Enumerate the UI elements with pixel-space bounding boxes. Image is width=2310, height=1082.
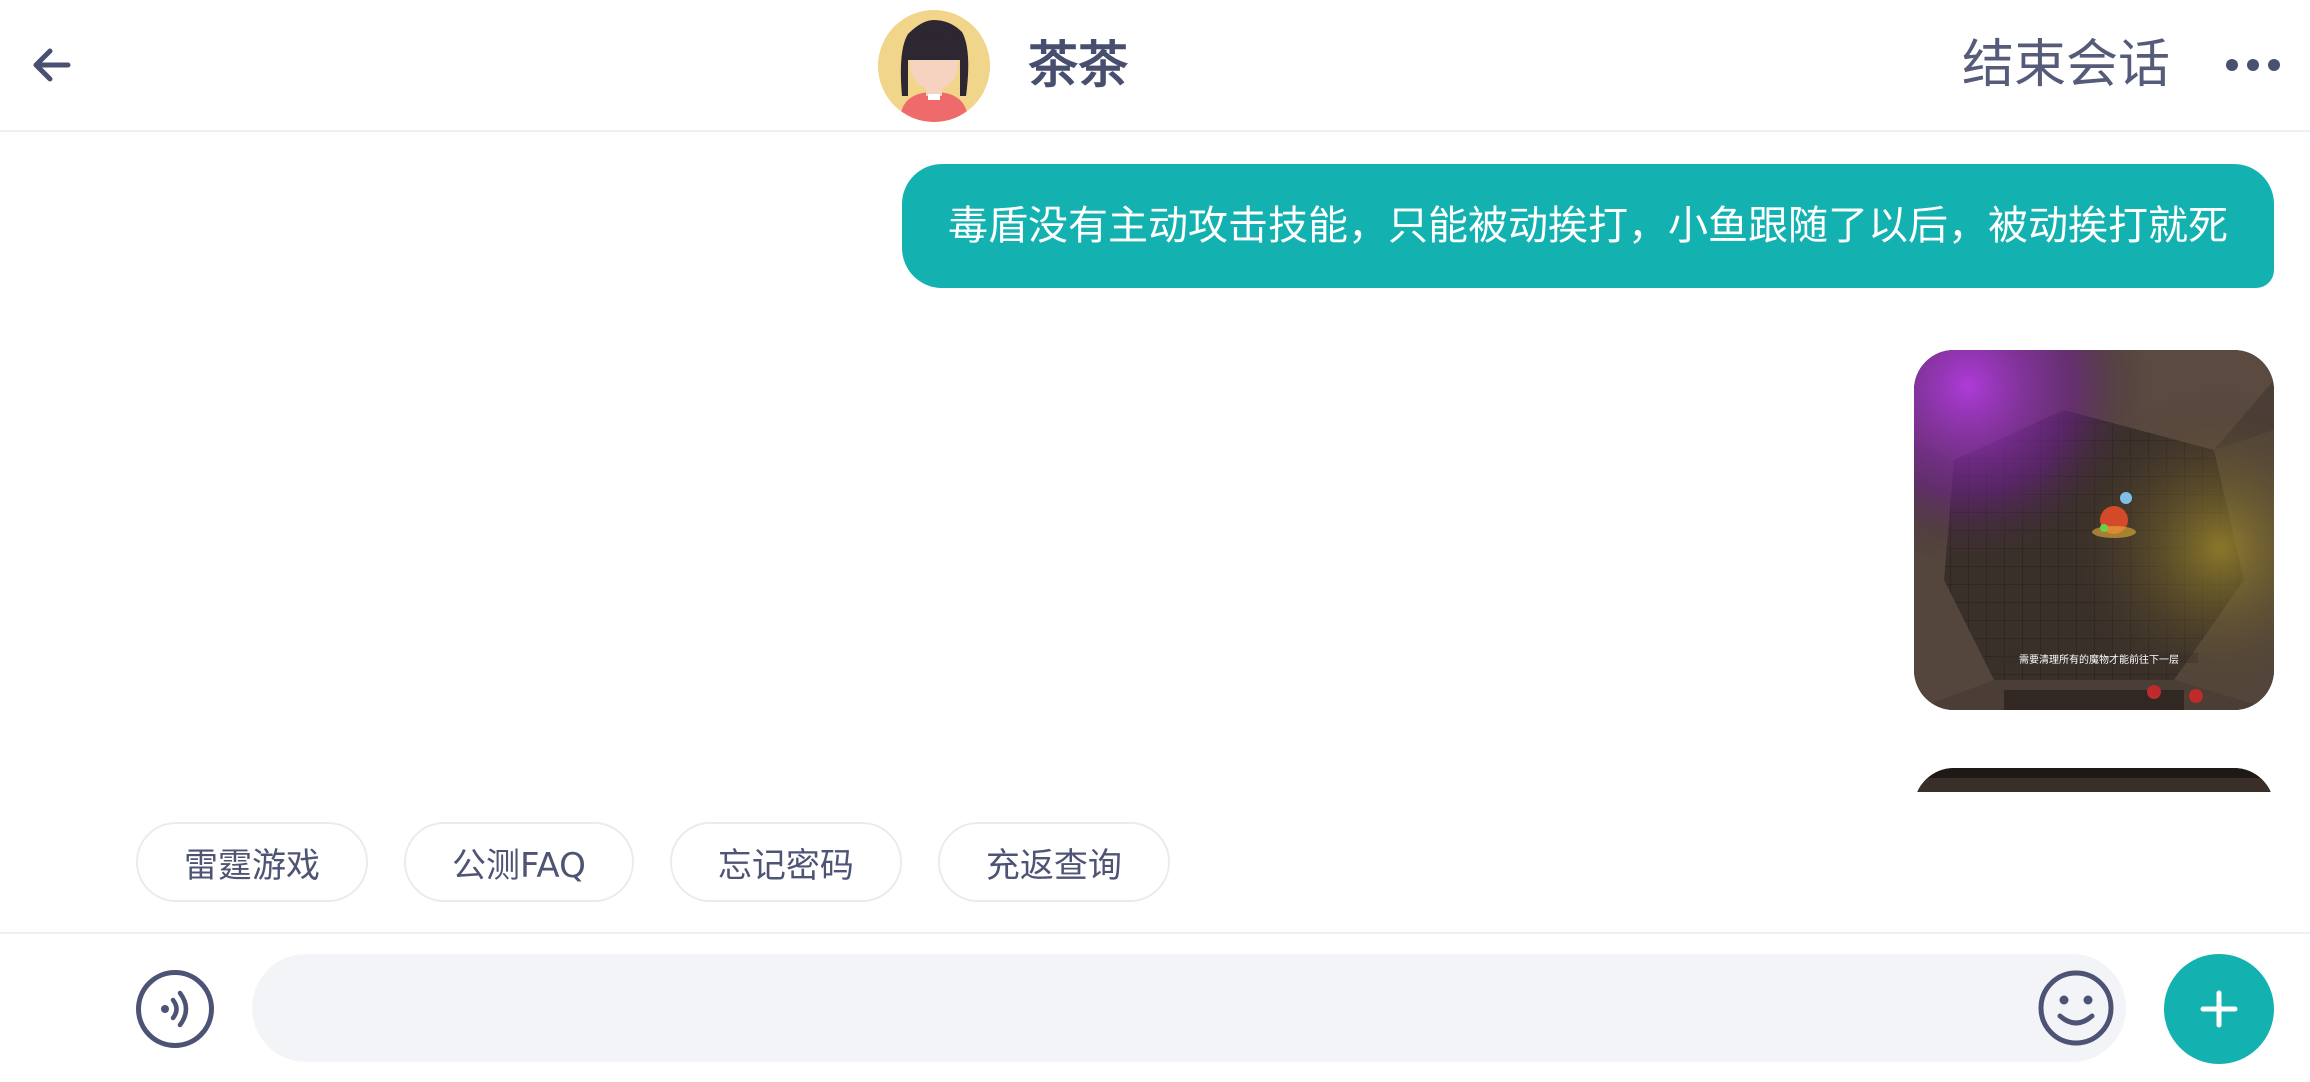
image-caption-text: 需要清理所有的魔物才能前往下一层 bbox=[2019, 653, 2179, 666]
quick-reply-chip[interactable]: 雷霆游戏 bbox=[136, 822, 368, 902]
agent-name: 茶茶 bbox=[1028, 36, 1128, 94]
emoji-icon bbox=[2038, 970, 2114, 1046]
game-screenshot-image: 需要清理所有的魔物才能前往下一层 bbox=[1914, 350, 2274, 710]
quick-reply-bar: 雷霆游戏 公测FAQ 忘记密码 充返查询 bbox=[136, 822, 1170, 902]
emoji-button[interactable] bbox=[2036, 968, 2116, 1048]
voice-icon bbox=[161, 990, 189, 1028]
quick-reply-chip[interactable]: 忘记密码 bbox=[669, 822, 902, 902]
quick-reply-chip[interactable]: 充返查询 bbox=[937, 822, 1170, 902]
game-screenshot-image bbox=[1914, 768, 2274, 792]
user-message-bubble[interactable]: 毒盾没有主动攻击技能，只能被动挨打，小鱼跟随了以后，被动挨打就死 bbox=[902, 164, 2274, 288]
agent-avatar-icon bbox=[878, 10, 990, 122]
plus-icon bbox=[2200, 990, 2238, 1028]
message-list[interactable]: 毒盾没有主动攻击技能，只能被动挨打，小鱼跟随了以后，被动挨打就死 需要清理所有的… bbox=[0, 132, 2310, 792]
more-button[interactable] bbox=[2216, 30, 2290, 100]
arrow-left-icon bbox=[33, 48, 71, 82]
voice-button[interactable] bbox=[136, 970, 214, 1048]
chat-header: 茶茶 结束会话 bbox=[0, 0, 2310, 132]
end-chat-button[interactable]: 结束会话 bbox=[1962, 30, 2170, 100]
back-button[interactable] bbox=[20, 30, 84, 100]
more-dot bbox=[2268, 59, 2280, 71]
quick-reply-chip[interactable]: 公测FAQ bbox=[404, 822, 634, 902]
plus-button[interactable] bbox=[2164, 954, 2274, 1064]
image-message[interactable]: 需要清理所有的魔物才能前往下一层 bbox=[1914, 350, 2274, 710]
message-input[interactable] bbox=[252, 954, 2126, 1062]
image-message[interactable] bbox=[1914, 768, 2274, 792]
more-dot bbox=[2247, 59, 2259, 71]
more-horizontal-icon bbox=[2226, 59, 2238, 71]
avatar[interactable] bbox=[878, 10, 990, 122]
input-bar bbox=[0, 932, 2310, 1082]
